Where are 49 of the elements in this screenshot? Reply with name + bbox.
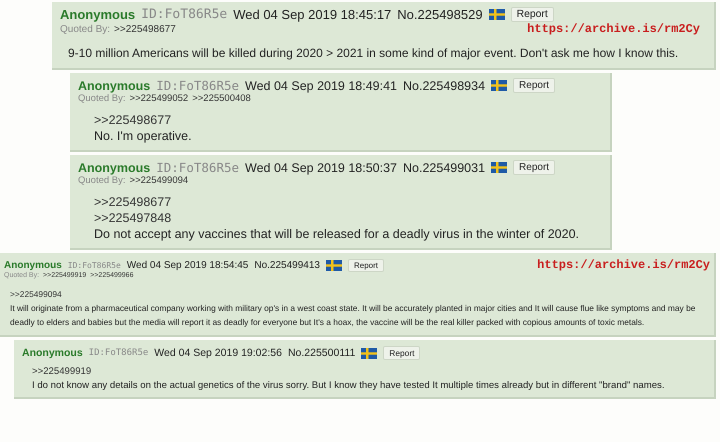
post-message: It will originate from a pharmaceutical company working with military op's in a west coast state. It will be accurately planted in major cities and It will cause flue like symptoms and may be deadly to elders and babies but the media will report it as deadly for everyone but It's a hoax, the vaccine will be the real killer packed with copious amounts of toxic metals. [10,302,696,329]
report-button[interactable]: Report [348,258,384,272]
post-date: Wed 04 Sep 2019 18:45:17 [233,7,392,22]
poster-name: Anonymous [78,78,150,92]
reply-link[interactable]: >>225498677 [114,24,176,34]
archive-url: https://archive.is/rm2Cy [527,22,700,36]
poster-id: ID:FoT86R5e [68,260,121,270]
post-message: No. I'm operative. [94,128,193,144]
post-number[interactable]: No.225499031 [403,160,486,174]
poster-name: Anonymous [60,7,136,22]
flag-icon [361,348,378,358]
post-date: Wed 04 Sep 2019 18:54:45 [126,260,248,270]
archive-url: https://archive.is/rm2Cy [537,258,710,272]
report-button[interactable]: Report [510,7,554,22]
poster-id: ID:FoT86R5e [141,7,228,22]
post-message: 9-10 million Americans will be killed during 2020 > 2021 in some kind of major event. Don't ask me how I know this. [68,46,680,60]
report-button[interactable]: Report [513,160,556,175]
reply-link[interactable]: >>225499094 [130,175,188,186]
poster-id: ID:FoT86R5e [156,78,240,93]
post-number[interactable]: No.225500111 [288,347,356,359]
quote-link[interactable]: >>225497848 [94,210,172,226]
poster-id: ID:FoT86R5e [156,160,240,175]
poster-name: Anonymous [78,160,150,174]
post-number[interactable]: No.225499413 [254,260,320,270]
flag-icon [491,80,508,91]
quoted-by-label: Quoted By: [60,24,110,34]
quote-link[interactable]: >>225499919 [32,365,92,379]
post-date: Wed 04 Sep 2019 18:50:37 [245,160,398,174]
poster-name: Anonymous [4,260,62,270]
flag-icon [491,162,508,173]
quoted-by-label: Quoted By: [78,175,126,186]
post-number[interactable]: No.225498934 [403,78,486,92]
quote-link[interactable]: >>225499094 [10,287,62,301]
post-number[interactable]: No.225498529 [397,7,483,22]
post-message: I do not know any details on the actual genetics of the virus sorry. But I know they have tested It multiple times already but in different "brand" names. [32,379,666,393]
quoted-by-label: Quoted By: [78,93,126,104]
report-button[interactable]: Report [513,78,556,93]
poster-id: ID:FoT86R5e [88,348,148,358]
post-message: Do not accept any vaccines that will be released for a deadly virus in the winter of 2020. [94,226,580,242]
reply-link[interactable]: >>225499052 [130,93,188,104]
flag-icon [326,260,342,270]
post-date: Wed 04 Sep 2019 18:49:41 [245,78,398,92]
flag-icon [488,9,505,20]
post-date: Wed 04 Sep 2019 19:02:56 [154,347,282,359]
quote-link[interactable]: >>225498677 [94,112,172,128]
quote-link[interactable]: >>225498677 [94,194,172,210]
reply-link[interactable]: >>225500408 [192,93,251,104]
poster-name: Anonymous [22,347,83,359]
report-button[interactable]: Report [383,346,420,360]
